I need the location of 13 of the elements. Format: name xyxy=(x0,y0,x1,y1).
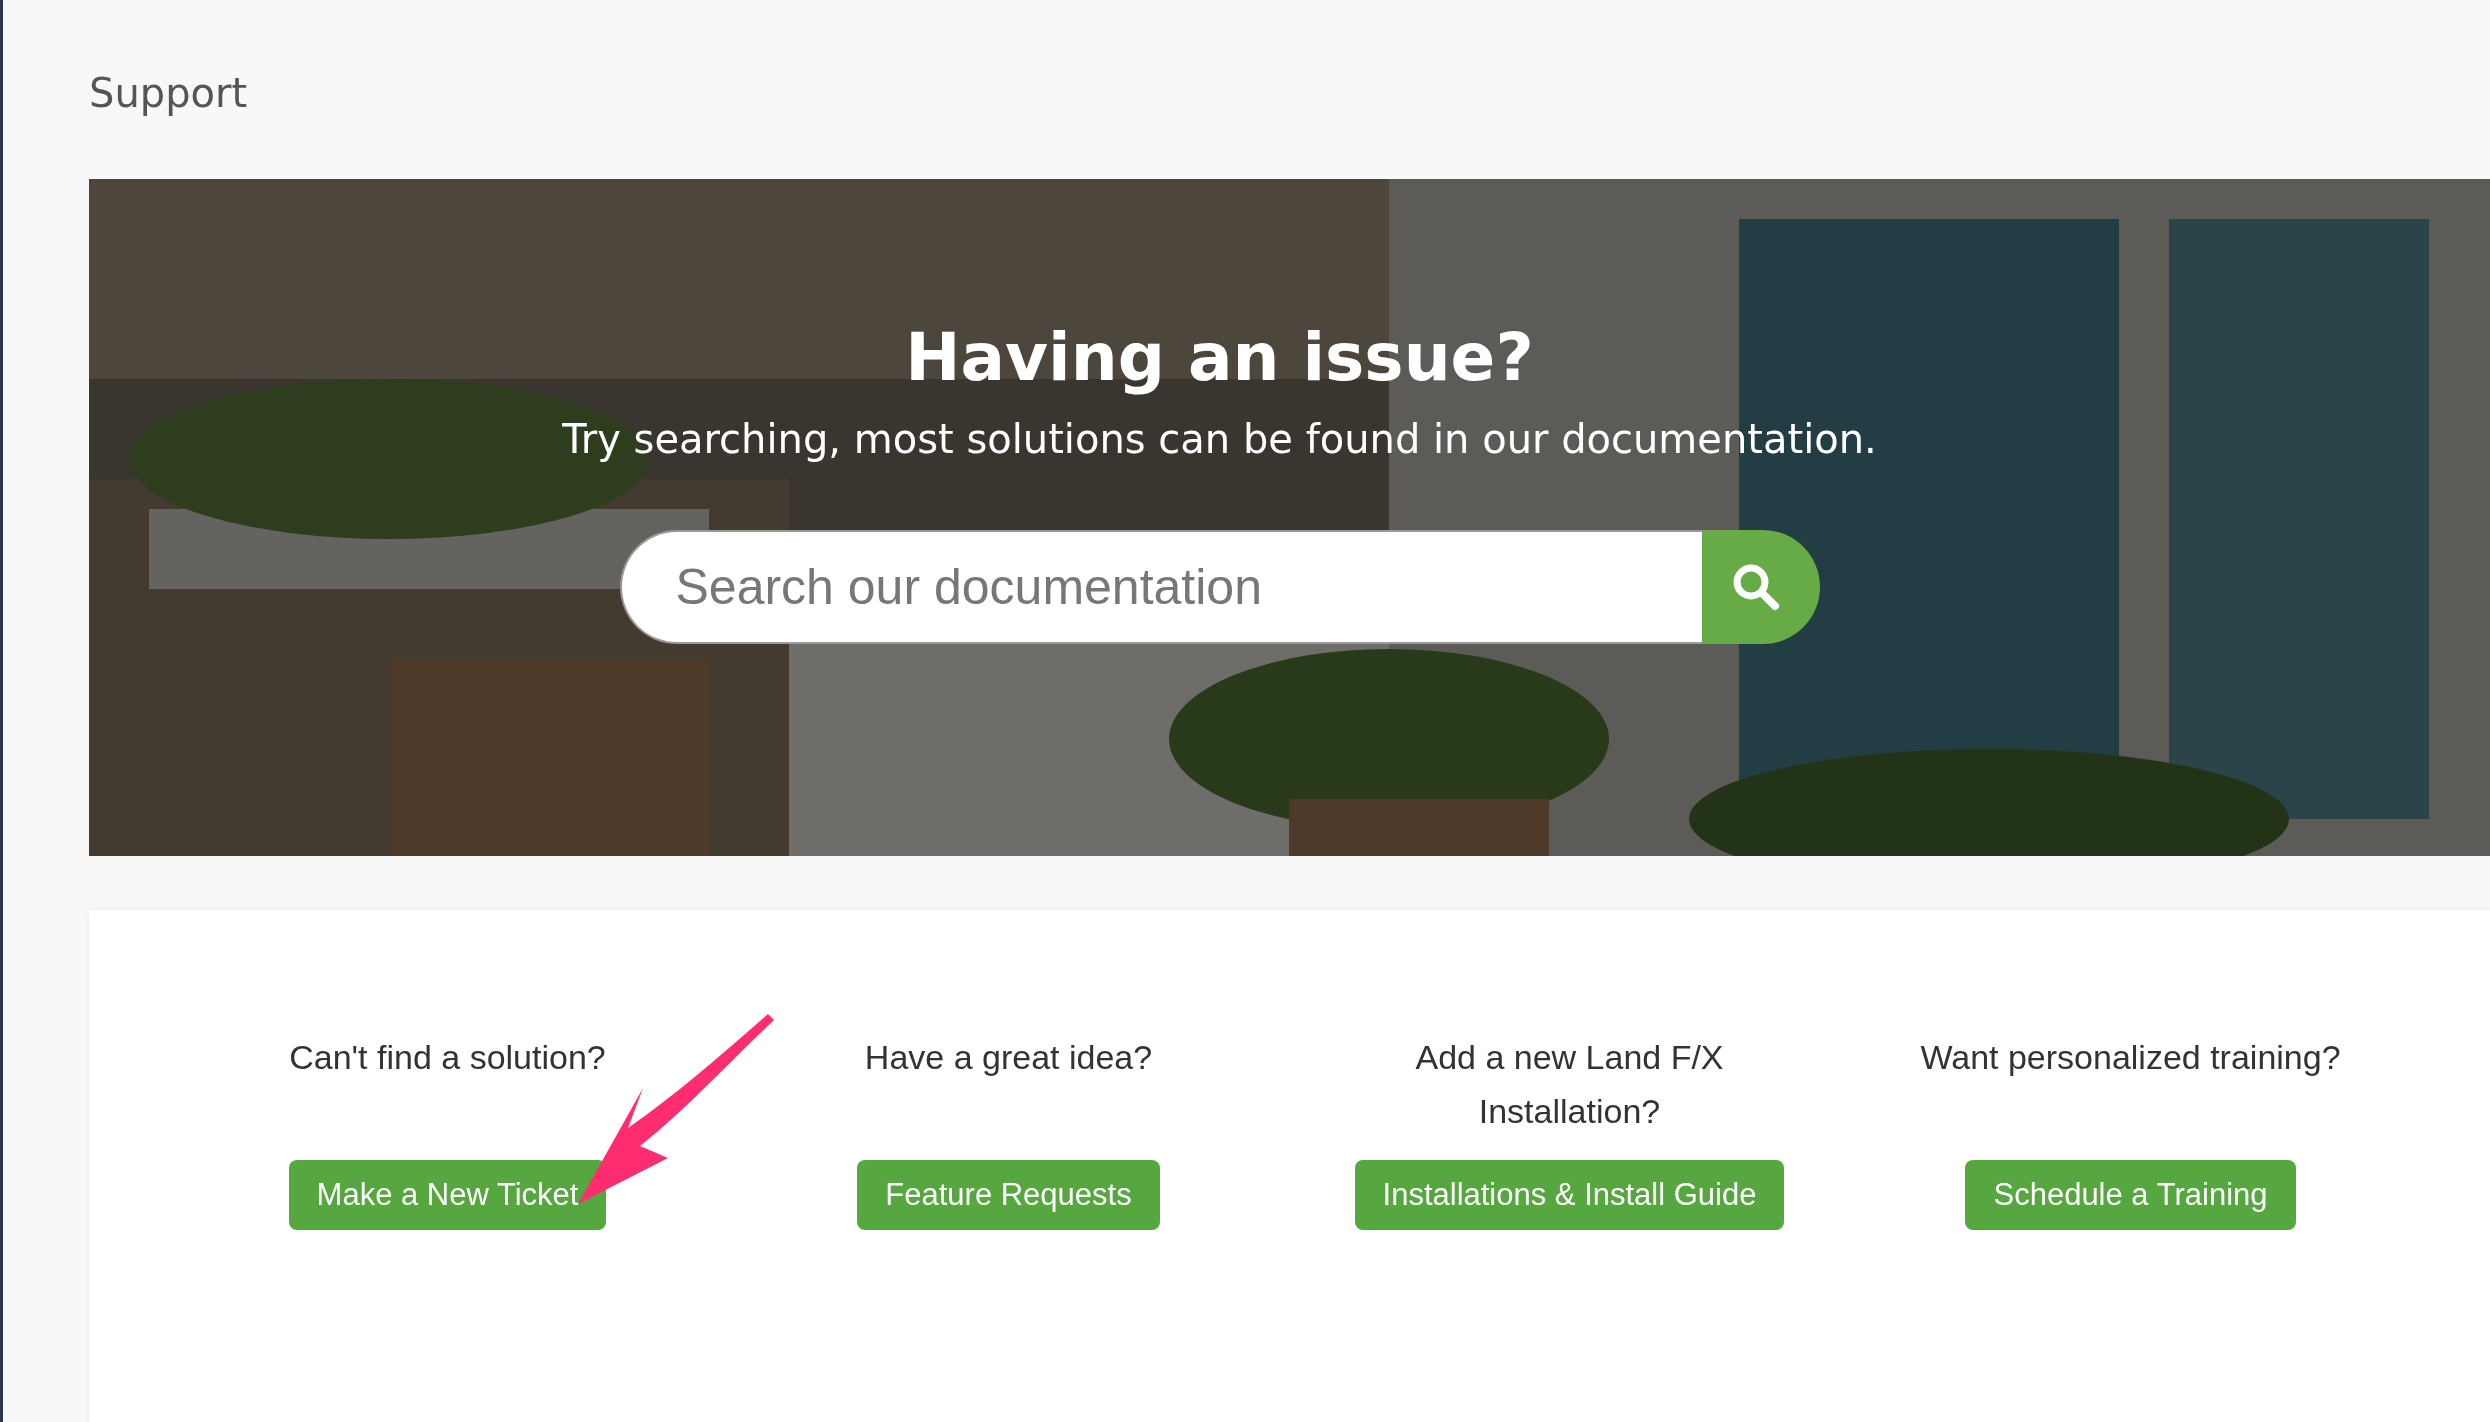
search-field[interactable]: Search our documentation xyxy=(619,530,1702,644)
hero-title: Having an issue? xyxy=(905,319,1534,396)
action-button[interactable]: Make a New Ticket xyxy=(288,1160,607,1230)
prompt-text: Have a great idea? xyxy=(864,1037,1153,1078)
action-button[interactable]: Feature Requests xyxy=(857,1160,1160,1230)
hero-subtitle: Try searching, most solutions can be found in our documentation. xyxy=(562,416,1877,462)
action-button[interactable]: Installations & Install Guide xyxy=(1354,1160,1785,1230)
page-title: Support xyxy=(89,69,248,118)
prompt-text: Want personalized training? xyxy=(1920,1037,2341,1078)
action-button[interactable]: Schedule a Training xyxy=(1965,1160,2296,1230)
prompt-text: Add a new Land F/X Installation? xyxy=(1414,1037,1725,1132)
search-button[interactable] xyxy=(1701,530,1820,644)
prompt-text: Can't find a solution? xyxy=(289,1037,606,1078)
